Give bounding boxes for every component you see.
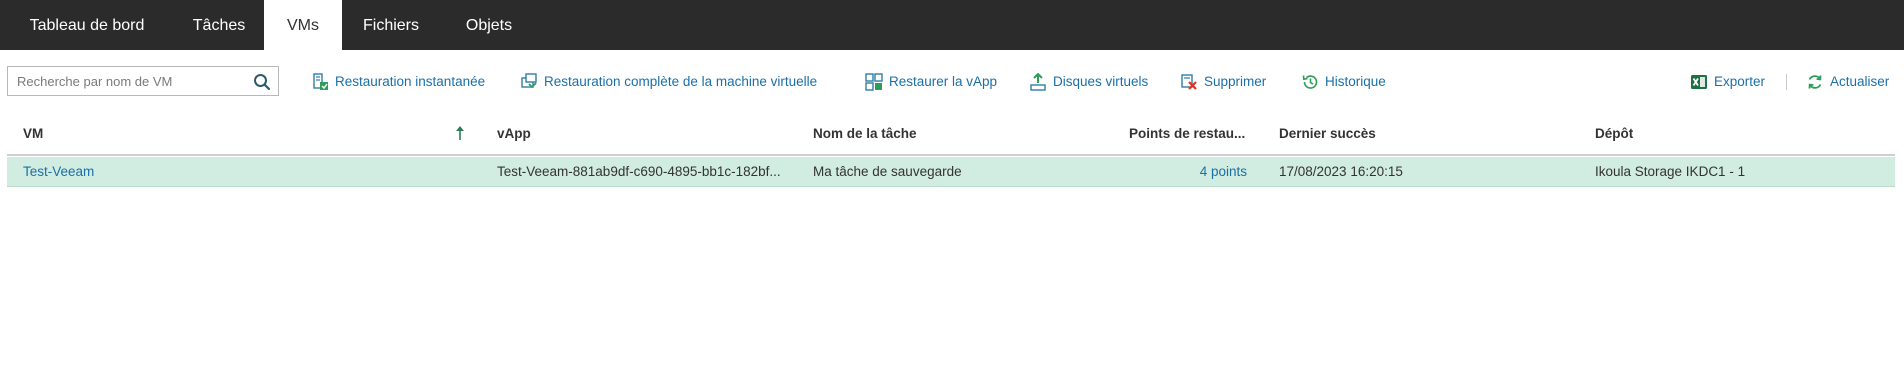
restore-vapp-button[interactable]: Restaurer la vApp [865,72,1005,92]
full-vm-restore-button[interactable]: Restauration complète de la machine virt… [520,72,825,92]
excel-icon [1691,75,1707,89]
search-box [7,66,279,96]
instant-restore-icon [313,73,328,90]
history-label: Historique [1325,74,1386,89]
virtual-disks-label: Disques virtuels [1053,74,1149,89]
job-name-cell: Ma tâche de sauvegarde [813,164,962,179]
top-nav-bar: Tableau de bord Tâches VMs Fichiers Obje… [0,0,1904,50]
restore-vapp-label: Restaurer la vApp [889,74,998,89]
delete-button[interactable]: Supprimer [1180,72,1275,92]
delete-icon [1181,74,1197,90]
column-header-vm[interactable]: VM [23,124,43,144]
column-header-repository[interactable]: Dépôt [1595,124,1633,144]
column-header-vapp[interactable]: vApp [497,124,531,144]
vapp-cell: Test-Veeam-881ab9df-c690-4895-bb1c-182bf… [497,164,781,179]
restore-points-link[interactable]: 4 points [1129,162,1247,182]
restore-vapp-icon [865,73,883,91]
tab-files[interactable]: Fichiers [342,0,440,50]
history-button[interactable]: Historique [1301,72,1396,92]
instant-restore-label: Restauration instantanée [335,74,486,89]
sort-ascending-icon[interactable] [454,124,466,142]
column-header-job-name[interactable]: Nom de la tâche [813,124,917,144]
instant-restore-button[interactable]: Restauration instantanée [311,72,491,92]
last-success-cell: 17/08/2023 16:20:15 [1279,164,1403,179]
vm-name-link[interactable]: Test-Veeam [23,162,323,182]
tab-vms[interactable]: VMs [264,0,342,50]
history-icon [1302,75,1318,89]
full-vm-restore-icon [521,73,537,89]
virtual-disks-button[interactable]: Disques virtuels [1029,72,1151,92]
export-button[interactable]: Exporter [1690,72,1770,92]
export-label: Exporter [1714,74,1766,89]
search-input[interactable] [8,67,246,95]
refresh-label: Actualiser [1830,74,1890,89]
toolbar-divider [1786,74,1787,90]
column-header-restore-points[interactable]: Points de restau... [1129,124,1245,144]
refresh-icon [1808,75,1822,89]
repository-cell: Ikoula Storage IKDC1 - 1 [1595,164,1746,179]
delete-label: Supprimer [1204,74,1267,89]
full-vm-restore-label: Restauration complète de la machine virt… [544,74,818,89]
tab-dashboard[interactable]: Tableau de bord [0,0,174,50]
search-icon[interactable] [253,73,271,91]
column-header-last-success[interactable]: Dernier succès [1279,124,1376,144]
virtual-disks-icon [1030,73,1046,91]
tab-jobs[interactable]: Tâches [174,0,264,50]
tab-objects[interactable]: Objets [440,0,538,50]
refresh-button[interactable]: Actualiser [1806,72,1898,92]
